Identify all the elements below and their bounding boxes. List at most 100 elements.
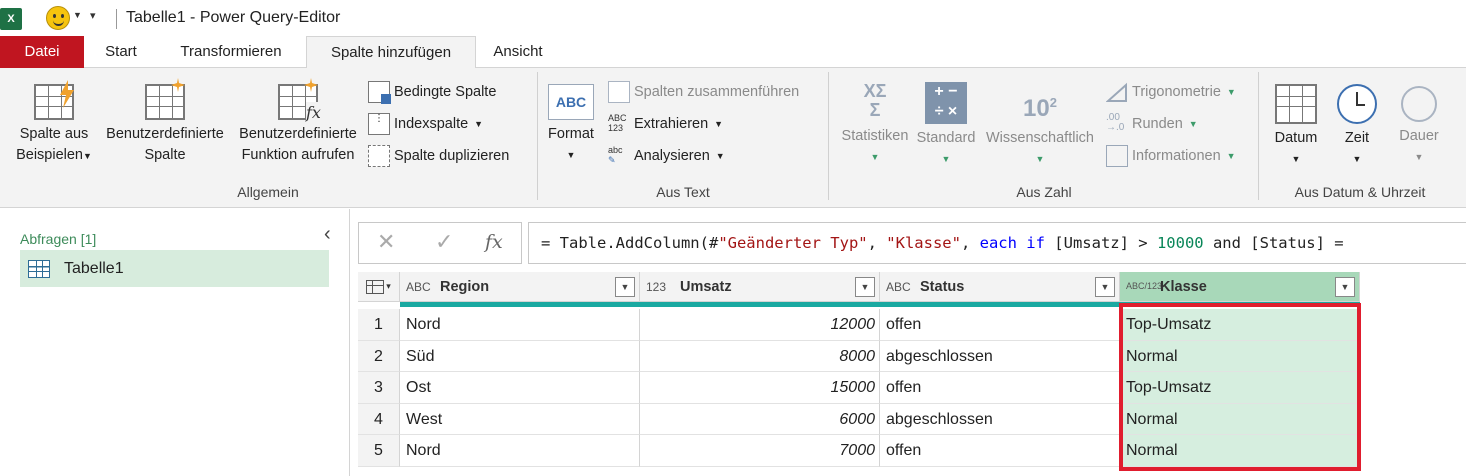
trigonometry-icon bbox=[1105, 81, 1128, 103]
group-aus-datum-uhrzeit: Datum ▼ Zeit ▼ Dauer ▼ Aus Datum & Uhrze… bbox=[1260, 72, 1460, 204]
feedback-dropdown-icon[interactable]: ▼ bbox=[73, 10, 82, 20]
table-cell[interactable]: offen bbox=[880, 309, 1120, 341]
statistiken-button[interactable]: XΣ Σ Statistiken ▼ bbox=[834, 76, 916, 168]
row-number: 1 bbox=[358, 309, 400, 341]
filter-dropdown-icon[interactable]: ▼ bbox=[855, 277, 875, 297]
tab-transformieren[interactable]: Transformieren bbox=[158, 36, 304, 68]
table-cell[interactable]: Süd bbox=[400, 340, 640, 372]
tab-start[interactable]: Start bbox=[90, 36, 152, 68]
format-button[interactable]: ABC Format ▼ bbox=[540, 76, 602, 166]
filter-dropdown-icon[interactable]: ▼ bbox=[1095, 277, 1115, 297]
cancel-icon[interactable]: ✕ bbox=[377, 229, 395, 255]
table-cell[interactable]: Nord bbox=[400, 435, 640, 467]
table-menu-button[interactable]: ▾ bbox=[358, 272, 400, 302]
confirm-icon[interactable]: ✓ bbox=[435, 229, 453, 255]
quick-access-customize-icon[interactable]: ▾ bbox=[90, 9, 96, 22]
queries-pane: Abfragen [1] ‹ Tabelle1 bbox=[0, 209, 350, 476]
formula-input[interactable]: = Table.AddColumn(#"Geänderter Typ", "Kl… bbox=[528, 222, 1466, 264]
extrahieren-button[interactable]: ABC 123 Extrahieren ▼ bbox=[608, 110, 723, 138]
filter-dropdown-icon[interactable]: ▼ bbox=[1335, 277, 1355, 297]
table-cell[interactable]: 6000 bbox=[640, 403, 880, 435]
standard-button[interactable]: + − ÷ × Standard ▼ bbox=[916, 76, 976, 170]
indexspalte-button[interactable]: ⋮ Indexspalte ▼ bbox=[368, 110, 483, 138]
runden-button[interactable]: .00 →.0 Runden ▼ bbox=[1106, 110, 1198, 138]
stopwatch-icon bbox=[1401, 86, 1437, 122]
dropdown-caret-icon: ▼ bbox=[941, 154, 951, 164]
zeit-button[interactable]: Zeit ▼ bbox=[1330, 76, 1384, 170]
table-cell[interactable]: West bbox=[400, 403, 640, 435]
table-cell[interactable]: abgeschlossen bbox=[880, 340, 1120, 372]
invoke-function-icon: fx bbox=[278, 78, 321, 123]
column-header-status[interactable]: ABC Status ▼ bbox=[880, 272, 1120, 302]
dropdown-caret-icon: ▼ bbox=[1414, 152, 1424, 162]
column-header-umsatz[interactable]: 123 Umsatz ▼ bbox=[640, 272, 880, 302]
table-cell[interactable]: offen bbox=[880, 372, 1120, 404]
table-cell[interactable]: Normal bbox=[1120, 340, 1360, 372]
smiley-feedback-icon[interactable] bbox=[46, 6, 70, 30]
fx-icon[interactable]: fx bbox=[485, 231, 503, 253]
table-cell[interactable]: Ost bbox=[400, 372, 640, 404]
type-text-icon: ABC bbox=[406, 279, 431, 294]
table-cell[interactable]: Top-Umsatz bbox=[1120, 309, 1360, 341]
dropdown-caret-icon: ▼ bbox=[474, 119, 484, 129]
dropdown-caret-icon: ▼ bbox=[566, 150, 576, 160]
table-cell[interactable]: 12000 bbox=[640, 309, 880, 341]
spalte-duplizieren-button[interactable]: Spalte duplizieren bbox=[368, 142, 509, 170]
benutzerdefinierte-spalte-button[interactable]: Benutzerdefinierte Spalte bbox=[100, 76, 230, 166]
dropdown-caret-icon: ▼ bbox=[1035, 154, 1045, 164]
dropdown-caret-icon: ▼ bbox=[1226, 87, 1236, 97]
group-allgemein: Spalte aus Beispielen▼ Benutzerdefiniert… bbox=[0, 72, 536, 204]
type-text-icon: ABC bbox=[886, 279, 911, 294]
column-quality-bar bbox=[400, 302, 640, 307]
spalte-aus-beispielen-button[interactable]: Spalte aus Beispielen▼ bbox=[8, 76, 100, 167]
group-separator bbox=[1258, 72, 1259, 200]
dropdown-caret-icon: ▼ bbox=[1352, 154, 1362, 164]
dropdown-caret-icon: ▼ bbox=[870, 152, 880, 162]
duplicate-column-icon bbox=[368, 145, 390, 167]
group-aus-zahl: XΣ Σ Statistiken ▼ + − ÷ × Standard ▼ 102 … bbox=[830, 72, 1258, 204]
column-from-examples-icon bbox=[34, 80, 74, 120]
tab-ansicht[interactable]: Ansicht bbox=[480, 36, 556, 68]
collapse-pane-icon[interactable]: ‹ bbox=[324, 223, 331, 246]
table-cell[interactable]: Normal bbox=[1120, 435, 1360, 467]
table-cell[interactable]: Top-Umsatz bbox=[1120, 372, 1360, 404]
dropdown-caret-icon: ▼ bbox=[714, 119, 724, 129]
column-header-klasse[interactable]: ABC/123 Klasse ▼ bbox=[1120, 272, 1360, 302]
row-number: 5 bbox=[358, 435, 400, 467]
title-separator bbox=[116, 9, 117, 29]
table-cell[interactable]: abgeschlossen bbox=[880, 403, 1120, 435]
column-header-region[interactable]: ABC Region ▼ bbox=[400, 272, 640, 302]
table-cell[interactable]: Normal bbox=[1120, 403, 1360, 435]
table-menu-icon bbox=[366, 279, 385, 294]
filter-dropdown-icon[interactable]: ▼ bbox=[615, 277, 635, 297]
table-cell[interactable]: 8000 bbox=[640, 340, 880, 372]
query-item-tabelle1[interactable]: Tabelle1 bbox=[20, 250, 329, 287]
wissenschaftlich-button[interactable]: 102 Wissenschaftlich ▼ bbox=[980, 76, 1100, 170]
dropdown-caret-icon: ▼ bbox=[1226, 151, 1236, 161]
benutzerdefinierte-funktion-button[interactable]: fx Benutzerdefinierte Funktion aufrufen bbox=[232, 76, 364, 166]
dauer-button[interactable]: Dauer ▼ bbox=[1390, 76, 1448, 168]
informationen-button[interactable]: Informationen ▼ bbox=[1106, 142, 1236, 170]
excel-icon: X bbox=[0, 8, 22, 30]
dropdown-caret-icon: ▼ bbox=[1291, 154, 1301, 164]
calendar-icon bbox=[1275, 84, 1317, 124]
table-cell[interactable]: Nord bbox=[400, 309, 640, 341]
dropdown-caret-icon: ▼ bbox=[715, 151, 725, 161]
trigonometrie-button[interactable]: Trigonometrie ▼ bbox=[1105, 78, 1236, 106]
datum-button[interactable]: Datum ▼ bbox=[1266, 76, 1326, 170]
table-cell[interactable]: offen bbox=[880, 435, 1120, 467]
table-cell[interactable]: 7000 bbox=[640, 435, 880, 467]
bedingte-spalte-button[interactable]: Bedingte Spalte bbox=[368, 78, 496, 106]
table-cell[interactable]: 15000 bbox=[640, 372, 880, 404]
extract-abc-123-icon: ABC 123 bbox=[608, 113, 627, 133]
statistics-sigma-icon: XΣ Σ bbox=[863, 81, 887, 120]
standard-operators-icon: + − ÷ × bbox=[925, 82, 967, 124]
type-any-icon: ABC/123 bbox=[1126, 281, 1163, 291]
merge-columns-icon bbox=[608, 81, 630, 103]
ribbon: Spalte aus Beispielen▼ Benutzerdefiniert… bbox=[0, 68, 1466, 208]
tab-datei[interactable]: Datei bbox=[0, 36, 84, 68]
analysieren-button[interactable]: abc ✎ Analysieren ▼ bbox=[608, 142, 725, 170]
row-number: 2 bbox=[358, 340, 400, 372]
spalten-zusammenfuehren-button[interactable]: Spalten zusammenführen bbox=[608, 78, 799, 106]
tab-spalte-hinzufuegen[interactable]: Spalte hinzufügen bbox=[306, 36, 476, 69]
